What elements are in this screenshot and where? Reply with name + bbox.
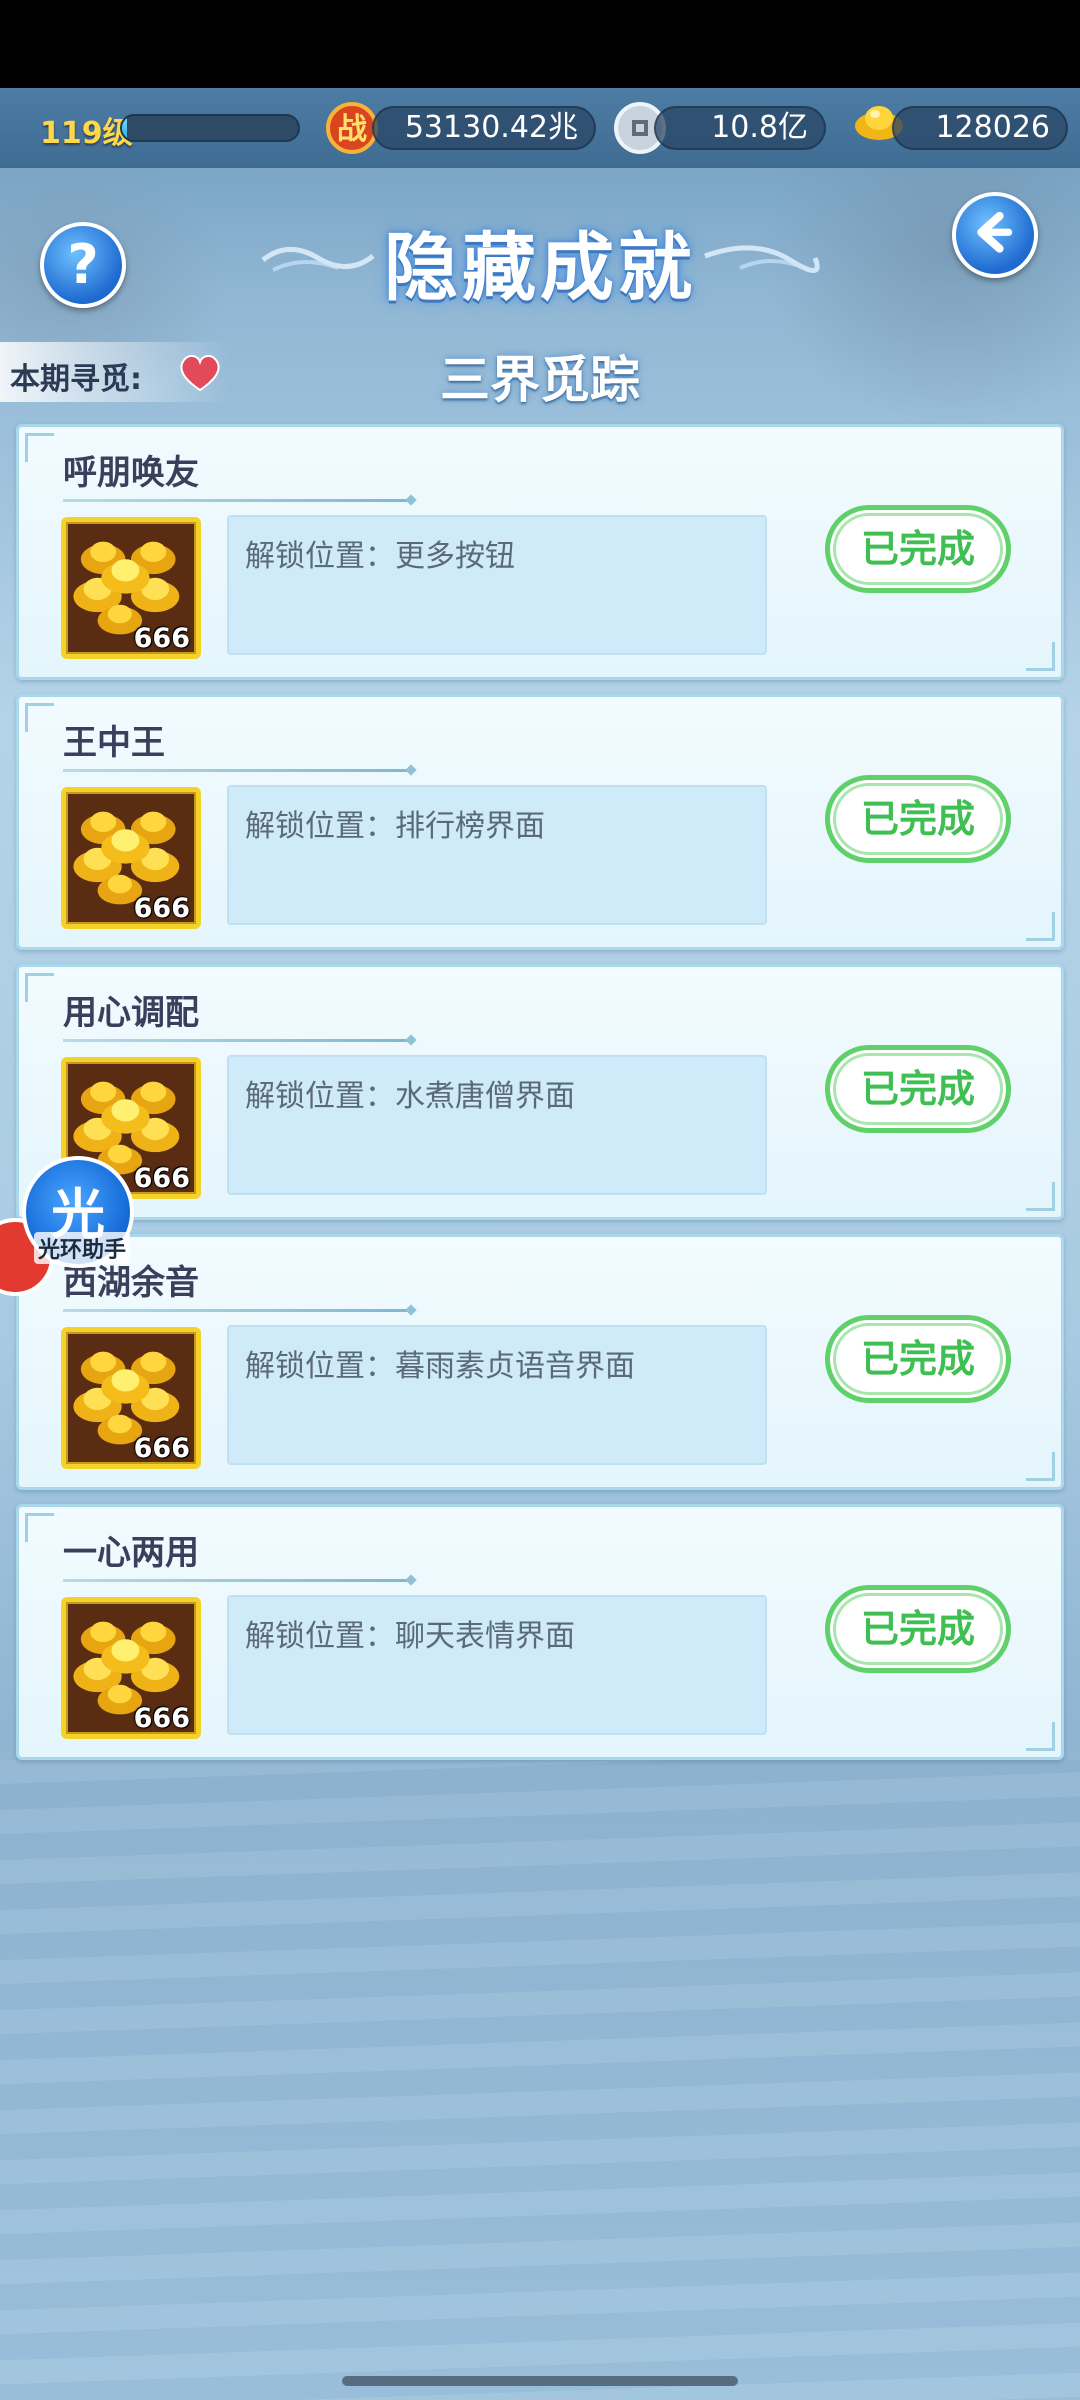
level-progress-bar (120, 114, 300, 142)
unlock-location-box: 解锁位置：水煮唐僧界面 (227, 1055, 767, 1195)
unlock-location-box: 解锁位置：聊天表情界面 (227, 1595, 767, 1735)
home-indicator[interactable] (342, 2376, 738, 2386)
page-title: 隐藏成就 (384, 225, 696, 311)
completed-button[interactable]: 已完成 (825, 775, 1011, 863)
title-divider (63, 1579, 409, 1582)
back-arrow-icon (977, 211, 1013, 253)
level-progress-fill (122, 116, 128, 140)
gold-value: 128026 (892, 106, 1068, 150)
unlock-location-text: 解锁位置：聊天表情界面 (245, 1619, 575, 1654)
help-button[interactable]: ? (40, 222, 126, 308)
reward-count: 666 (133, 623, 190, 654)
background-mountain-right (760, 130, 1080, 430)
achievement-title: 呼朋唤友 (63, 453, 199, 493)
heart-icon (180, 354, 220, 392)
unlock-location-text: 解锁位置：暮雨素贞语音界面 (245, 1349, 635, 1384)
unlock-location-text: 解锁位置：水煮唐僧界面 (245, 1079, 575, 1114)
background-water (0, 1760, 1080, 2400)
back-button[interactable] (952, 192, 1038, 278)
section-subtitle: 三界觅踪 (440, 351, 640, 409)
power-value: 53130.42兆 (372, 106, 596, 150)
unlock-location-box: 解锁位置：排行榜界面 (227, 785, 767, 925)
achievement-card: 呼朋唤友 666 解锁位置：更多按钮 已完成 (16, 424, 1064, 680)
achievement-title: 王中王 (63, 723, 165, 763)
reward-gold-ingot-icon[interactable]: 666 (61, 1597, 201, 1739)
title-divider (63, 769, 409, 772)
achievement-title: 一心两用 (63, 1533, 199, 1573)
svg-text:战: 战 (337, 112, 367, 147)
reward-gold-ingot-icon[interactable]: 666 (61, 517, 201, 659)
assistant-label: 光环助手 (34, 1232, 131, 1264)
achievement-title: 用心调配 (63, 993, 199, 1033)
achievement-card: 用心调配 666 解锁位置：水煮唐僧界面 已完成 (16, 964, 1064, 1220)
reward-count: 666 (133, 1703, 190, 1734)
unlock-location-text: 解锁位置：更多按钮 (245, 539, 515, 574)
title-divider (63, 1309, 409, 1312)
period-label: 本期寻觅: (10, 362, 142, 397)
status-bar (0, 0, 1080, 88)
completed-button[interactable]: 已完成 (825, 1585, 1011, 1673)
completed-button[interactable]: 已完成 (825, 1315, 1011, 1403)
title-divider (63, 1039, 409, 1042)
achievement-card: 王中王 666 解锁位置：排行榜界面 已完成 (16, 694, 1064, 950)
completed-button[interactable]: 已完成 (825, 1045, 1011, 1133)
unlock-location-box: 解锁位置：暮雨素贞语音界面 (227, 1325, 767, 1465)
unlock-location-text: 解锁位置：排行榜界面 (245, 809, 545, 844)
reward-count: 666 (133, 1163, 190, 1194)
reward-gold-ingot-icon[interactable]: 666 (61, 1327, 201, 1469)
silver-value: 10.8亿 (654, 106, 826, 150)
title-divider (63, 499, 409, 502)
reward-gold-ingot-icon[interactable]: 666 (61, 787, 201, 929)
achievement-card: 西湖余音 666 解锁位置：暮雨素贞语音界面 已完成 (16, 1234, 1064, 1490)
unlock-location-box: 解锁位置：更多按钮 (227, 515, 767, 655)
achievement-card: 一心两用 666 解锁位置：聊天表情界面 已完成 (16, 1504, 1064, 1760)
reward-count: 666 (133, 1433, 190, 1464)
completed-button[interactable]: 已完成 (825, 505, 1011, 593)
player-level: 119级 (40, 116, 133, 151)
reward-count: 666 (133, 893, 190, 924)
resource-bar: 119级 战 53130.42兆 10.8亿 128026 (0, 88, 1080, 168)
